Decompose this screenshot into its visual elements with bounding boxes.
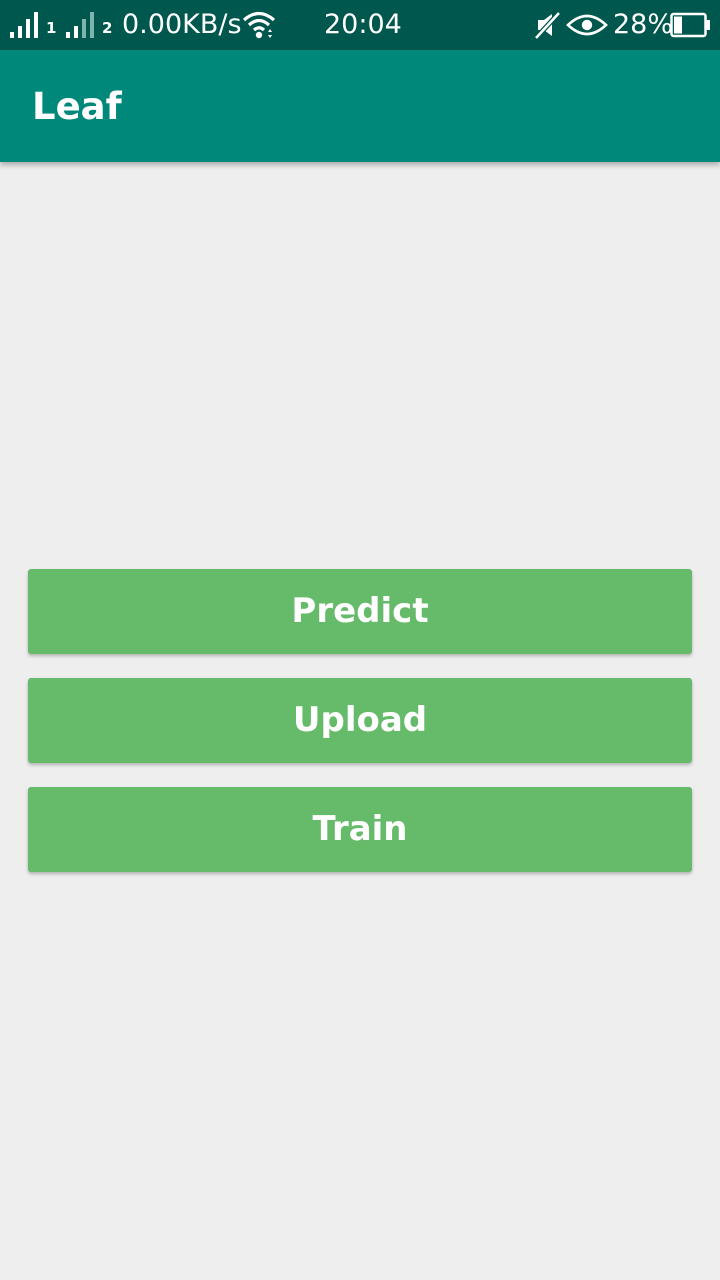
clock: 20:04 [324,9,402,40]
wifi-icon [242,11,276,39]
app-bar: Leaf [0,50,720,162]
predict-button[interactable]: Predict [28,569,692,654]
battery-percent: 28% [613,9,674,40]
signal-icon-sim2 [66,12,94,38]
signal-icon [10,12,38,38]
mute-icon [534,11,561,39]
status-bar: 1 2 0.00KB/s 20:04 28% [0,0,720,50]
eye-icon [566,14,608,36]
main-content: Predict Upload Train [0,162,720,1280]
app-title: Leaf [32,85,122,128]
network-speed: 0.00KB/s [122,9,242,40]
train-button[interactable]: Train [28,787,692,872]
upload-button[interactable]: Upload [28,678,692,763]
battery-icon [670,12,710,38]
sim1-label: 1 [46,19,57,37]
sim2-label: 2 [102,19,113,37]
